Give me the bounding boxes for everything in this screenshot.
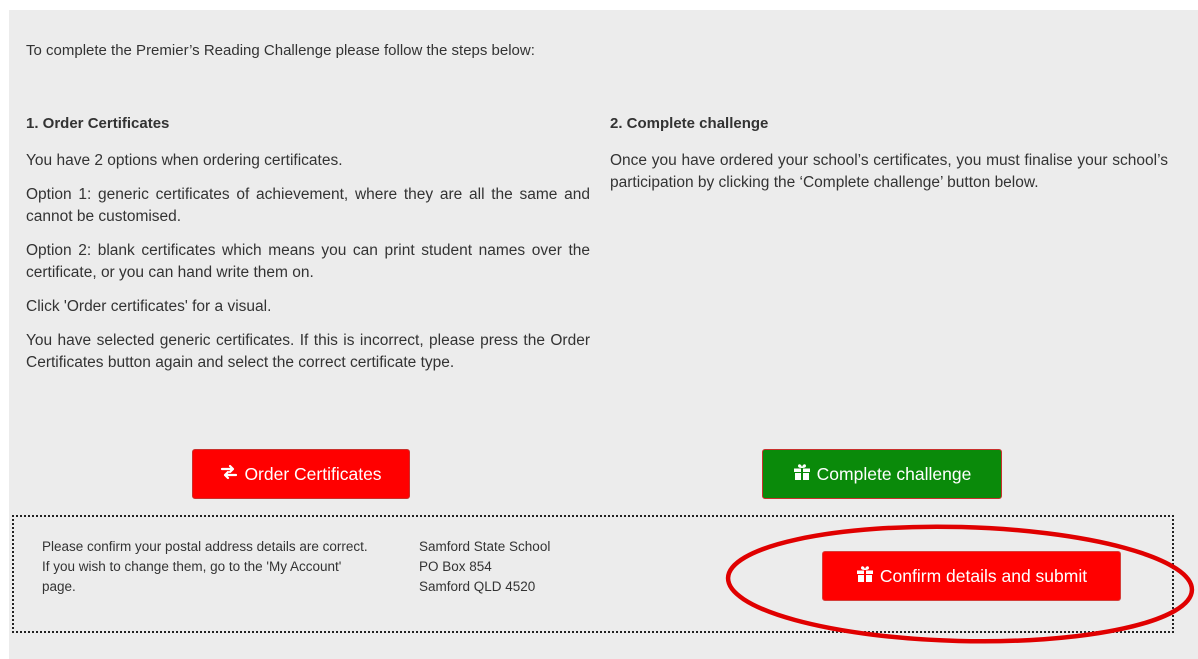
confirm-details-submit-button[interactable]: Confirm details and submit bbox=[822, 551, 1121, 601]
gift-icon bbox=[793, 463, 817, 486]
step1-paragraph: You have 2 options when ordering certifi… bbox=[26, 152, 343, 169]
confirm-address-instructions: Please confirm your postal address detai… bbox=[42, 539, 368, 594]
exchange-arrows-icon bbox=[220, 464, 244, 485]
address-line: PO Box 854 bbox=[419, 559, 492, 574]
address-line: Samford QLD 4520 bbox=[419, 579, 536, 594]
complete-challenge-button[interactable]: Complete challenge bbox=[762, 449, 1002, 499]
address-line: Samford State School bbox=[419, 539, 551, 554]
step1-heading: 1. Order Certificates bbox=[26, 115, 170, 132]
step1-paragraph: Click 'Order certificates' for a visual. bbox=[26, 298, 272, 315]
step2-paragraph: Once you have ordered your school’s cert… bbox=[610, 152, 1168, 191]
step-order-certificates: 1. Order Certificates You have 2 options… bbox=[26, 107, 590, 386]
order-certificates-label: Order Certificates bbox=[244, 463, 382, 484]
order-certificates-button[interactable]: Order Certificates bbox=[192, 449, 410, 499]
confirm-details-submit-label: Confirm details and submit bbox=[879, 565, 1088, 586]
step1-paragraph: Option 2: blank certificates which means… bbox=[26, 242, 590, 281]
postal-address: Samford State School PO Box 854 Samford … bbox=[419, 537, 550, 597]
step1-paragraph: Option 1: generic certificates of achiev… bbox=[26, 186, 590, 225]
step-complete-challenge: 2. Complete challenge Once you have orde… bbox=[610, 107, 1168, 206]
gift-icon bbox=[856, 565, 880, 588]
step2-heading: 2. Complete challenge bbox=[610, 115, 769, 132]
intro-text: To complete the Premier’s Reading Challe… bbox=[26, 42, 535, 59]
complete-challenge-label: Complete challenge bbox=[816, 463, 972, 484]
step1-paragraph: You have selected generic certificates. … bbox=[26, 332, 590, 371]
